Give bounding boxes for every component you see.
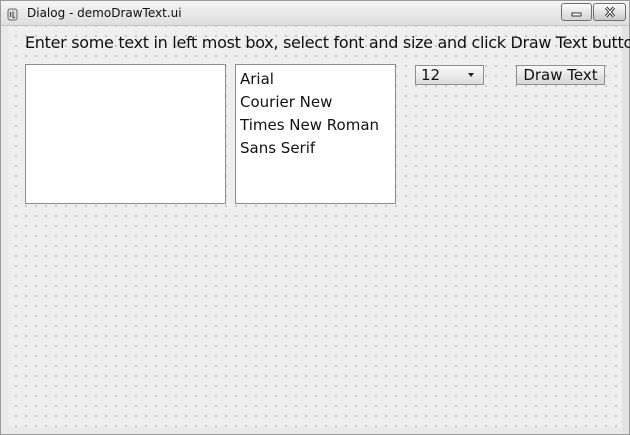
font-list-item-arial[interactable]: Arial [236,68,395,91]
dropdown-arrow-icon [468,73,474,77]
draw-text-button[interactable]: Draw Text [516,65,605,85]
title-bar[interactable]: Dialog - demoDrawText.ui [1,1,629,26]
minimize-icon [571,12,582,17]
window-frame-edge [622,26,629,434]
close-button[interactable] [593,3,626,21]
minimize-button[interactable] [561,3,592,21]
instruction-label: Enter some text in left most box, select… [25,33,630,52]
font-list-item-sans-serif[interactable]: Sans Serif [236,137,395,160]
font-size-combo[interactable]: 12 [415,65,484,85]
font-list[interactable]: Arial Courier New Times New Roman Sans S… [235,64,396,204]
font-size-value: 12 [421,66,441,84]
font-list-item-times-new-roman[interactable]: Times New Roman [236,114,395,137]
font-list-item-courier-new[interactable]: Courier New [236,91,395,114]
text-input-box[interactable] [25,64,226,204]
qt-designer-icon [7,6,19,21]
close-icon [604,6,616,18]
window-title: Dialog - demoDrawText.ui [27,6,182,20]
